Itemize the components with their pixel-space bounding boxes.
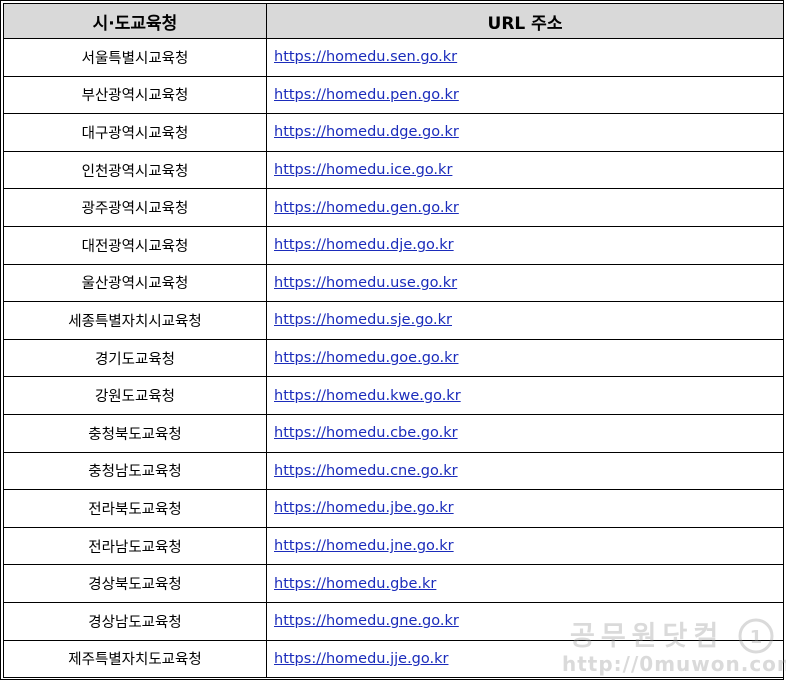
office-url-link[interactable]: https://homedu.kwe.go.kr — [274, 388, 461, 404]
office-url-link[interactable]: https://homedu.sen.go.kr — [274, 49, 457, 65]
table-body: 서울특별시교육청 https://homedu.sen.go.kr 부산광역시교육청… — [3, 38, 784, 679]
table-row: 인천광역시교육청 https://homedu.ice.go.kr — [3, 150, 784, 190]
table-row: 충청남도교육청 https://homedu.cne.go.kr — [3, 451, 784, 491]
office-name-cell: 충청남도교육청 — [3, 451, 267, 491]
office-url-cell: https://homedu.jbe.go.kr — [266, 489, 784, 528]
table-row: 경기도교육청 https://homedu.goe.go.kr — [3, 338, 784, 378]
table-row: 강원도교육청 https://homedu.kwe.go.kr — [3, 376, 784, 415]
table-row: 대전광역시교육청 https://homedu.dje.go.kr — [3, 225, 784, 265]
office-url-cell: https://homedu.gbe.kr — [266, 564, 784, 603]
office-url-cell: https://homedu.dge.go.kr — [266, 113, 784, 152]
office-url-link[interactable]: https://homedu.jje.go.kr — [274, 651, 448, 667]
office-url-cell: https://homedu.gen.go.kr — [266, 188, 784, 227]
office-url-cell: https://homedu.cbe.go.kr — [266, 413, 784, 453]
table-row: 전라남도교육청 https://homedu.jne.go.kr — [3, 526, 784, 566]
office-url-cell: https://homedu.use.go.kr — [266, 263, 784, 303]
office-url-link[interactable]: https://homedu.gen.go.kr — [274, 200, 459, 216]
office-url-link[interactable]: https://homedu.ice.go.kr — [274, 162, 452, 178]
office-url-link[interactable]: https://homedu.cbe.go.kr — [274, 425, 458, 441]
office-url-link[interactable]: https://homedu.sje.go.kr — [274, 312, 452, 328]
table-row: 제주특별자치도교육청 https://homedu.jje.go.kr — [3, 639, 784, 679]
office-name-cell: 경상북도교육청 — [3, 564, 267, 603]
office-name-cell: 전라남도교육청 — [3, 526, 267, 566]
office-url-cell: https://homedu.sje.go.kr — [266, 301, 784, 340]
office-name-cell: 울산광역시교육청 — [3, 263, 267, 303]
office-url-cell: https://homedu.gne.go.kr — [266, 601, 784, 641]
office-name-cell: 세종특별자치시교육청 — [3, 301, 267, 340]
office-name-cell: 제주특별자치도교육청 — [3, 639, 267, 679]
office-name-cell: 강원도교육청 — [3, 376, 267, 415]
office-url-link[interactable]: https://homedu.pen.go.kr — [274, 87, 459, 103]
office-name-cell: 경기도교육청 — [3, 338, 267, 378]
table-row: 울산광역시교육청 https://homedu.use.go.kr — [3, 263, 784, 303]
table-row: 부산광역시교육청 https://homedu.pen.go.kr — [3, 75, 784, 115]
table-row: 경상북도교육청 https://homedu.gbe.kr — [3, 564, 784, 603]
office-url-cell: https://homedu.kwe.go.kr — [266, 376, 784, 415]
table-row: 광주광역시교육청 https://homedu.gen.go.kr — [3, 188, 784, 227]
office-name-cell: 광주광역시교육청 — [3, 188, 267, 227]
education-office-table: 시·도교육청 URL 주소 서울특별시교육청 https://homedu.sen… — [3, 3, 784, 679]
office-url-link[interactable]: https://homedu.jne.go.kr — [274, 538, 454, 554]
office-name-cell: 경상남도교육청 — [3, 601, 267, 641]
table-row: 충청북도교육청 https://homedu.cbe.go.kr — [3, 413, 784, 453]
table-header-row: 시·도교육청 URL 주소 — [3, 3, 784, 39]
header-office: 시·도교육청 — [3, 3, 267, 39]
office-name-cell: 서울특별시교육청 — [3, 38, 267, 77]
office-name-cell: 전라북도교육청 — [3, 489, 267, 528]
table-row: 세종특별자치시교육청 https://homedu.sje.go.kr — [3, 301, 784, 340]
table-row: 대구광역시교육청 https://homedu.dge.go.kr — [3, 113, 784, 152]
office-url-cell: https://homedu.goe.go.kr — [266, 338, 784, 378]
office-url-cell: https://homedu.sen.go.kr — [266, 38, 784, 77]
table-row: 전라북도교육청 https://homedu.jbe.go.kr — [3, 489, 784, 528]
office-url-link[interactable]: https://homedu.gne.go.kr — [274, 613, 459, 629]
office-url-link[interactable]: https://homedu.use.go.kr — [274, 275, 457, 291]
office-url-cell: https://homedu.jje.go.kr — [266, 639, 784, 679]
office-url-link[interactable]: https://homedu.goe.go.kr — [274, 350, 458, 366]
office-url-link[interactable]: https://homedu.gbe.kr — [274, 576, 436, 592]
table-row: 서울특별시교육청 https://homedu.sen.go.kr — [3, 38, 784, 77]
office-url-link[interactable]: https://homedu.cne.go.kr — [274, 463, 458, 479]
office-url-cell: https://homedu.jne.go.kr — [266, 526, 784, 566]
office-url-cell: https://homedu.cne.go.kr — [266, 451, 784, 491]
office-name-cell: 대구광역시교육청 — [3, 113, 267, 152]
office-url-link[interactable]: https://homedu.dge.go.kr — [274, 124, 459, 140]
office-url-cell: https://homedu.dje.go.kr — [266, 225, 784, 265]
office-name-cell: 인천광역시교육청 — [3, 150, 267, 190]
office-url-cell: https://homedu.pen.go.kr — [266, 75, 784, 115]
office-name-cell: 충청북도교육청 — [3, 413, 267, 453]
office-url-link[interactable]: https://homedu.jbe.go.kr — [274, 500, 454, 516]
header-url: URL 주소 — [266, 3, 784, 39]
office-url-cell: https://homedu.ice.go.kr — [266, 150, 784, 190]
table-row: 경상남도교육청 https://homedu.gne.go.kr — [3, 601, 784, 641]
office-name-cell: 대전광역시교육청 — [3, 225, 267, 265]
office-url-link[interactable]: https://homedu.dje.go.kr — [274, 237, 454, 253]
office-name-cell: 부산광역시교육청 — [3, 75, 267, 115]
